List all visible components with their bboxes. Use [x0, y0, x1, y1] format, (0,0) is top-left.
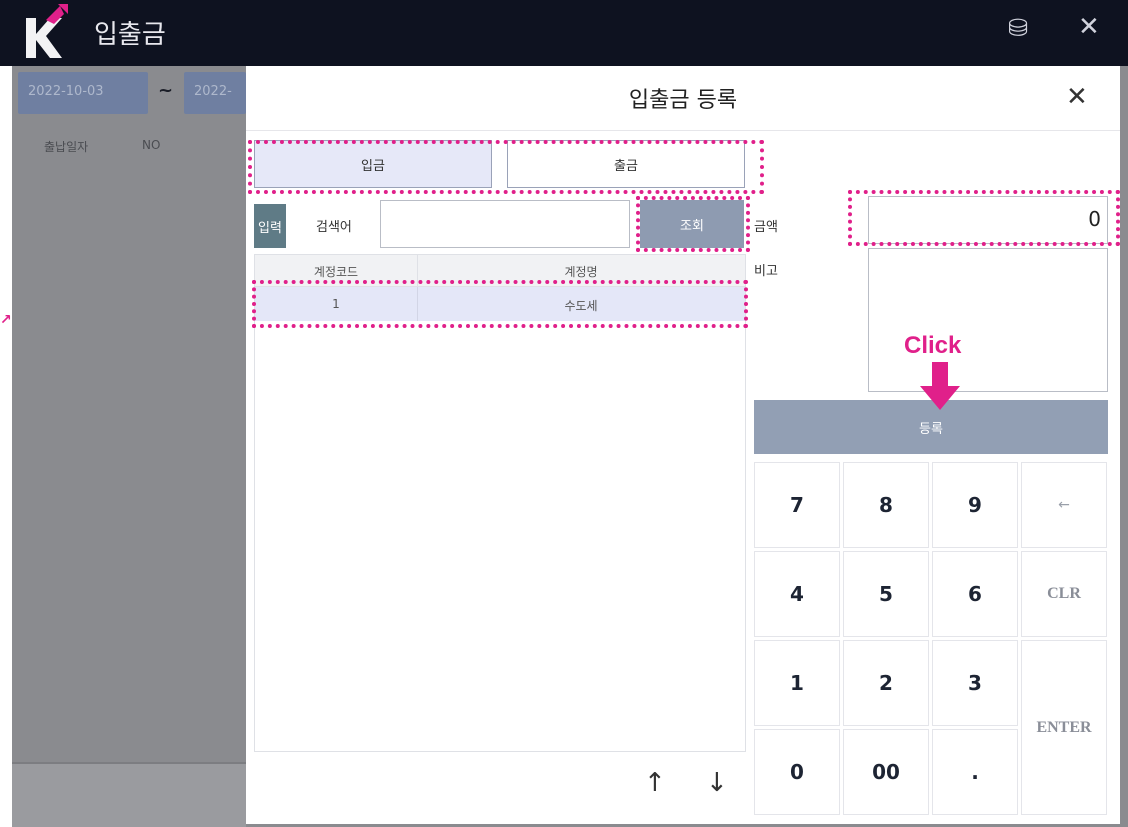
key-7[interactable]: 7 — [754, 462, 840, 548]
database-settings-icon[interactable]: ⛁ — [1008, 14, 1028, 42]
edge-arrow-icon: ↗ — [0, 312, 12, 328]
note-label: 비고 — [754, 264, 778, 279]
account-table-header: 계정코드 계정명 — [255, 255, 745, 287]
key-3[interactable]: 3 — [932, 640, 1018, 726]
column-header-date: 출납일자 — [44, 140, 89, 154]
account-name-cell: 수도세 — [564, 299, 598, 313]
enter-key[interactable]: ENTER — [1021, 640, 1107, 815]
withdraw-toggle-button[interactable]: 출금 — [507, 140, 745, 188]
app-title: 입출금 — [94, 20, 166, 50]
background-footer — [12, 764, 246, 827]
key-dot[interactable]: . — [932, 729, 1018, 815]
header-account-code: 계정코드 — [313, 265, 359, 279]
key-2[interactable]: 2 — [843, 640, 929, 726]
table-row[interactable]: 1 수도세 — [255, 287, 745, 321]
input-button[interactable]: 입력 — [254, 204, 286, 248]
key-1[interactable]: 1 — [754, 640, 840, 726]
search-label: 검색어 — [316, 220, 352, 235]
numeric-keypad: 7 8 9 ← 4 5 6 CLR 1 2 3 ENTER 0 00 . — [754, 462, 1108, 816]
backspace-key[interactable]: ← — [1021, 462, 1107, 548]
scroll-down-arrow-icon[interactable]: ↓ — [706, 768, 728, 798]
scroll-up-arrow-icon[interactable]: ↑ — [644, 768, 666, 798]
account-code-cell: 1 — [332, 297, 340, 311]
amount-field[interactable]: 0 — [868, 196, 1108, 244]
title-bar: 입출금 ⛁ ✕ — [0, 0, 1128, 66]
click-hint-label: Click — [904, 332, 962, 359]
dialog-header-divider — [246, 130, 1120, 131]
deposit-toggle-button[interactable]: 입금 — [254, 140, 492, 188]
key-0[interactable]: 0 — [754, 729, 840, 815]
hint-down-arrow-icon — [920, 362, 960, 410]
dialog-close-icon[interactable]: ✕ — [1066, 82, 1088, 112]
account-table: 계정코드 계정명 1 수도세 — [254, 254, 746, 752]
note-field[interactable] — [868, 248, 1108, 392]
key-00[interactable]: 00 — [843, 729, 929, 815]
left-edge — [0, 66, 12, 827]
key-6[interactable]: 6 — [932, 551, 1018, 637]
app-close-icon[interactable]: ✕ — [1078, 12, 1100, 42]
deposit-withdraw-dialog: 입출금 등록 ✕ 입금 출금 입력 검색어 조회 계정코드 계정명 1 수도세 … — [246, 66, 1120, 824]
clear-key[interactable]: CLR — [1021, 551, 1107, 637]
lookup-button[interactable]: 조회 — [640, 200, 744, 248]
end-date-field[interactable]: 2022- — [184, 72, 246, 114]
key-5[interactable]: 5 — [843, 551, 929, 637]
key-8[interactable]: 8 — [843, 462, 929, 548]
amount-label: 금액 — [754, 220, 778, 235]
dialog-title: 입출금 등록 — [628, 88, 738, 113]
key-9[interactable]: 9 — [932, 462, 1018, 548]
key-4[interactable]: 4 — [754, 551, 840, 637]
date-separator: ~ — [158, 80, 174, 101]
app-logo-icon — [26, 4, 68, 58]
column-header-no: NO — [142, 138, 161, 152]
start-date-field[interactable]: 2022-10-03 — [18, 72, 148, 114]
header-account-name: 계정명 — [564, 265, 598, 279]
search-input[interactable] — [380, 200, 630, 248]
